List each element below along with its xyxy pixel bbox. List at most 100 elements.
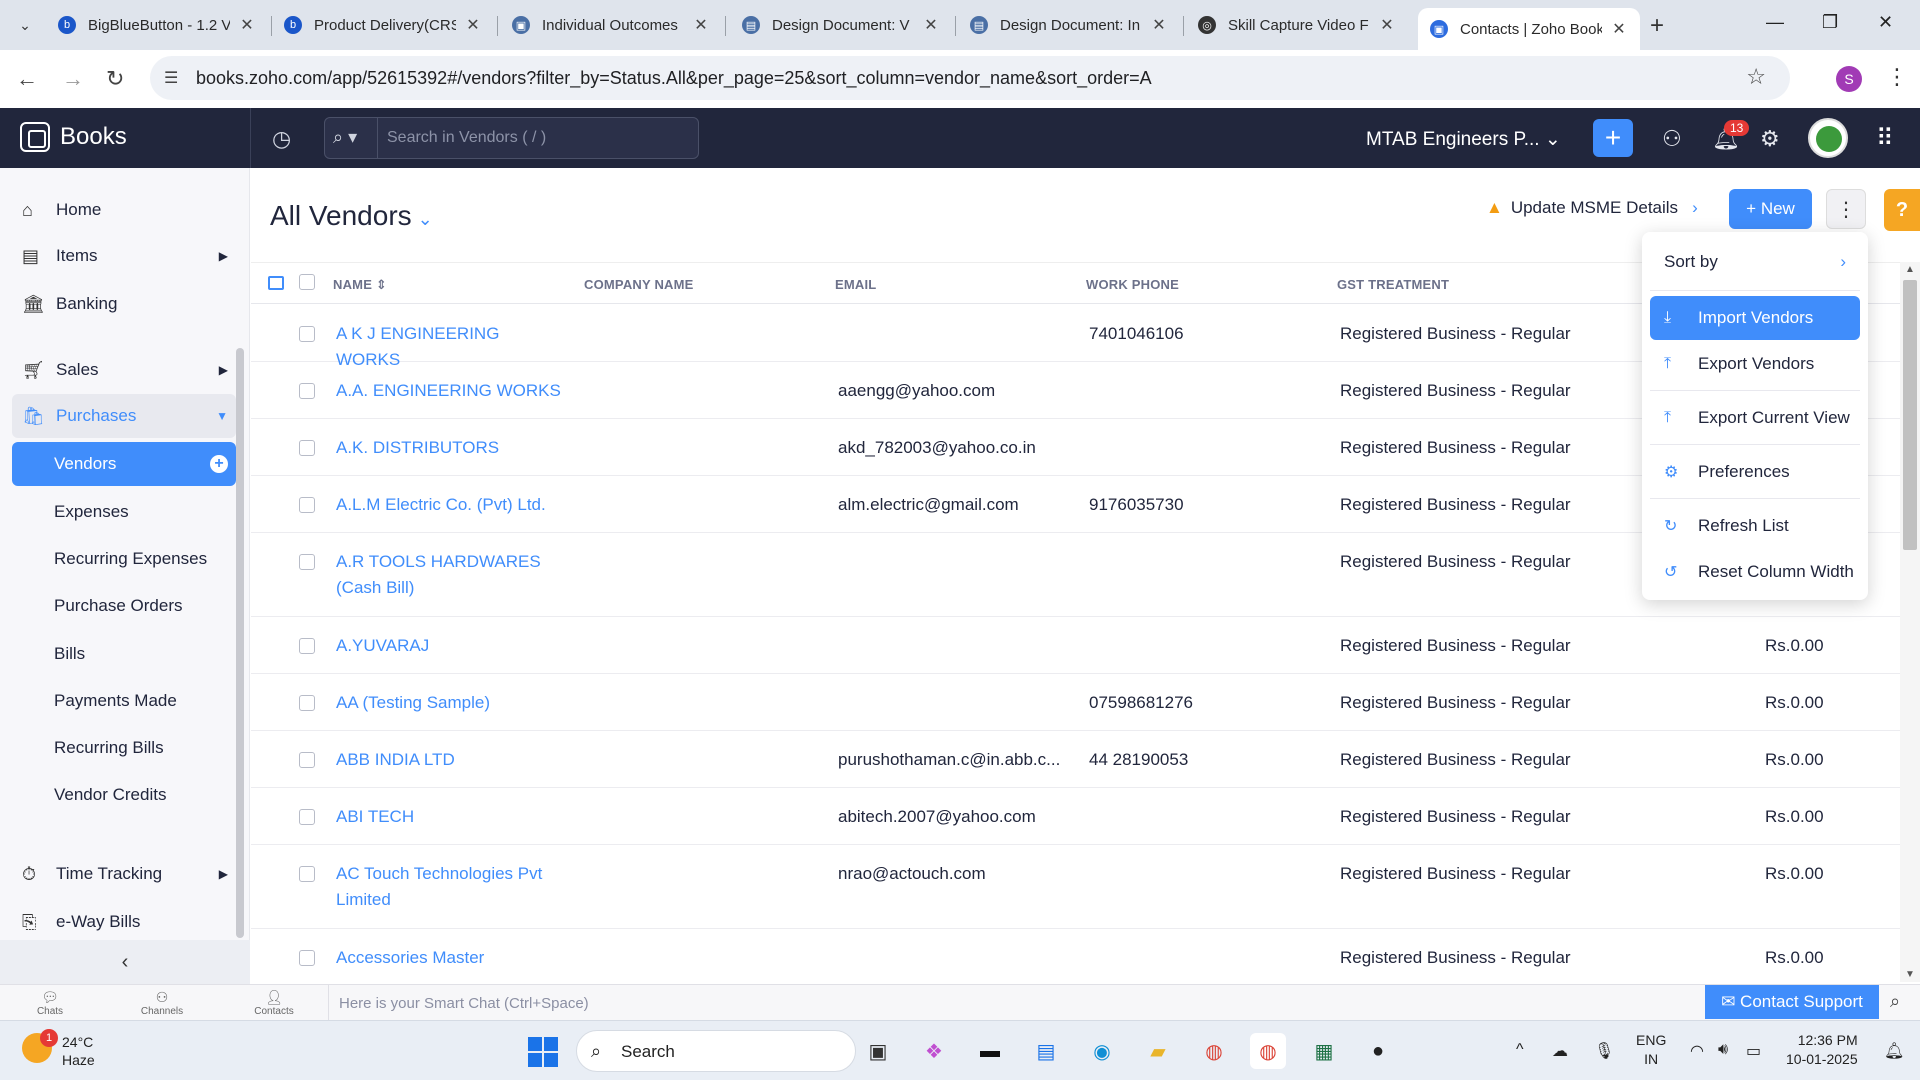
smart-chat-input[interactable]: Here is your Smart Chat (Ctrl+Space) bbox=[328, 985, 1704, 1021]
recent-history-icon[interactable]: ◷ bbox=[272, 126, 291, 152]
contact-support-button[interactable]: ✉ Contact Support bbox=[1705, 985, 1879, 1019]
sidebar-item-bills[interactable]: Bills bbox=[12, 632, 236, 676]
sidebar-collapse-button[interactable]: ‹ bbox=[0, 940, 250, 984]
menu-import-vendors[interactable]: ⤓ Import Vendors bbox=[1650, 296, 1860, 340]
notepad-icon[interactable]: ▤ bbox=[1028, 1033, 1064, 1069]
sidebar-item-purchase-orders[interactable]: Purchase Orders bbox=[12, 584, 236, 628]
edge-icon[interactable]: ◉ bbox=[1084, 1033, 1120, 1069]
browser-tab[interactable]: ▤ Design Document: V ✕ bbox=[730, 8, 952, 42]
sidebar-item-purchases[interactable]: 🛍︎ Purchases ▼ bbox=[12, 394, 236, 438]
tray-expand-icon[interactable]: ^ bbox=[1516, 1041, 1524, 1059]
site-info-icon[interactable]: ☰ bbox=[164, 68, 178, 88]
app-launcher-icon[interactable]: ⠿ bbox=[1876, 124, 1894, 153]
weather-widget[interactable]: 1 24°C Haze bbox=[22, 1029, 95, 1069]
sidebar-item-expenses[interactable]: Expenses bbox=[12, 490, 236, 534]
tab-close-icon[interactable]: ✕ bbox=[692, 15, 710, 35]
reload-icon[interactable]: ↻ bbox=[106, 66, 124, 92]
view-dropdown-icon[interactable]: ⌄ bbox=[418, 209, 433, 229]
settings-gear-icon[interactable]: ⚙ bbox=[1760, 126, 1780, 152]
close-window-button[interactable]: ✕ bbox=[1878, 12, 1893, 33]
menu-export-current-view[interactable]: ⤒ Export Current View bbox=[1650, 396, 1860, 440]
address-bar[interactable]: ☰ books.zoho.com/app/52615392#/vendors?f… bbox=[150, 56, 1790, 100]
vendor-name-link[interactable]: AC Touch Technologies Pvt Limited bbox=[336, 861, 566, 913]
browser-tab[interactable]: ▤ Design Document: In ✕ bbox=[958, 8, 1180, 42]
vendor-name-link[interactable]: A.L.M Electric Co. (Pvt) Ltd. bbox=[336, 492, 566, 518]
chrome-icon[interactable]: ◍ bbox=[1196, 1033, 1232, 1069]
sidebar-item-time-tracking[interactable]: ⏱︎ Time Tracking ▶ bbox=[12, 852, 236, 896]
row-checkbox[interactable] bbox=[299, 695, 315, 711]
sidebar-item-recurring-bills[interactable]: Recurring Bills bbox=[12, 726, 236, 770]
bookmark-star-icon[interactable]: ☆ bbox=[1746, 64, 1766, 90]
vendor-name-link[interactable]: ABI TECH bbox=[336, 804, 566, 830]
quick-create-button[interactable]: + bbox=[1593, 119, 1633, 157]
sidebar-item-vendors[interactable]: Vendors + bbox=[12, 442, 236, 486]
sidebar-item-banking[interactable]: 🏛︎ Banking bbox=[12, 282, 236, 326]
sidebar-item-payments-made[interactable]: Payments Made bbox=[12, 679, 236, 723]
sidebar-scrollbar[interactable] bbox=[236, 348, 244, 938]
start-windows-icon[interactable] bbox=[528, 1037, 558, 1067]
row-checkbox[interactable] bbox=[299, 383, 315, 399]
row-checkbox[interactable] bbox=[299, 809, 315, 825]
tab-close-icon[interactable]: ✕ bbox=[922, 15, 940, 35]
user-avatar[interactable] bbox=[1808, 118, 1848, 158]
row-checkbox[interactable] bbox=[299, 638, 315, 654]
scroll-down-icon[interactable]: ▼ bbox=[1905, 969, 1915, 980]
table-row[interactable]: ABI TECH abitech.2007@yahoo.com Registered… bbox=[251, 788, 1900, 845]
vendor-name-link[interactable]: ABB INDIA LTD bbox=[336, 747, 566, 773]
battery-icon[interactable]: ▭ bbox=[1746, 1041, 1761, 1061]
row-checkbox[interactable] bbox=[299, 326, 315, 342]
sidebar-item-sales[interactable]: 🛒︎ Sales ▶ bbox=[12, 348, 236, 392]
vendor-name-link[interactable]: A.A. ENGINEERING WORKS bbox=[336, 378, 566, 404]
new-vendor-button[interactable]: + New bbox=[1729, 189, 1812, 229]
add-vendor-icon[interactable]: + bbox=[210, 455, 228, 473]
help-button[interactable]: ? bbox=[1884, 189, 1920, 231]
browser-tab[interactable]: b BigBlueButton - 1.2 V ✕ bbox=[46, 8, 268, 42]
search-input[interactable]: ⌕ ▾ Search in Vendors ( / ) bbox=[324, 117, 699, 159]
browser-tab[interactable]: ▣ Individual Outcomes ✕ bbox=[500, 8, 722, 42]
url-text[interactable]: books.zoho.com/app/52615392#/vendors?fil… bbox=[196, 68, 1152, 89]
microphone-icon[interactable]: 🎙︎ bbox=[1594, 1041, 1614, 1061]
onedrive-icon[interactable]: ☁ bbox=[1552, 1041, 1568, 1061]
column-gst-treatment[interactable]: GST TREATMENT bbox=[1337, 277, 1449, 292]
more-options-button[interactable]: ⋮ bbox=[1826, 189, 1866, 229]
new-tab-button[interactable]: + bbox=[1650, 12, 1664, 40]
terminal-icon[interactable]: ▬ bbox=[972, 1033, 1008, 1069]
sidebar-item-recurring-expenses[interactable]: Recurring Expenses bbox=[12, 537, 236, 581]
table-row[interactable]: Accessories Master Registered Business - … bbox=[251, 929, 1900, 986]
browser-tab[interactable]: b Product Delivery(CRS ✕ bbox=[272, 8, 494, 42]
column-company-name[interactable]: COMPANY NAME bbox=[584, 277, 694, 292]
books-logo[interactable]: Books bbox=[20, 122, 127, 152]
task-view-icon[interactable]: ▣ bbox=[860, 1033, 896, 1069]
tab-close-icon[interactable]: ✕ bbox=[1150, 15, 1168, 35]
sidebar-item-eway-bills[interactable]: ⎘ e-Way Bills bbox=[12, 900, 236, 944]
page-title[interactable]: All Vendors ⌄ bbox=[270, 200, 433, 232]
vendor-name-link[interactable]: AA (Testing Sample) bbox=[336, 690, 566, 716]
tab-close-icon[interactable]: ✕ bbox=[1610, 19, 1628, 39]
back-icon[interactable]: ← bbox=[16, 66, 38, 92]
org-switcher[interactable]: MTAB Engineers P... ⌄ bbox=[1366, 128, 1561, 151]
table-row[interactable]: AA (Testing Sample) 07598681276 Registered… bbox=[251, 674, 1900, 731]
file-explorer-icon[interactable]: ▰ bbox=[1140, 1033, 1176, 1069]
search-icon[interactable]: ⌕ bbox=[1890, 991, 1900, 1012]
browser-menu-icon[interactable]: ⋮ bbox=[1886, 64, 1908, 90]
table-row[interactable]: AC Touch Technologies Pvt Limited nrao@ac… bbox=[251, 845, 1900, 929]
language-indicator[interactable]: ENG IN bbox=[1636, 1031, 1666, 1069]
volume-icon[interactable]: 🔊︎ bbox=[1718, 1041, 1728, 1059]
browser-profile-avatar[interactable]: S bbox=[1836, 66, 1862, 92]
table-row[interactable]: A.YUVARAJ Registered Business - Regular Rs… bbox=[251, 617, 1900, 674]
column-name[interactable]: NAME ⇕ bbox=[333, 277, 387, 293]
scroll-thumb[interactable] bbox=[1903, 280, 1917, 550]
table-row[interactable]: ABB INDIA LTD purushothaman.c@in.abb.c...… bbox=[251, 731, 1900, 788]
table-scrollbar[interactable]: ▲ ▼ bbox=[1900, 262, 1920, 982]
menu-refresh-list[interactable]: ↻ Refresh List bbox=[1650, 504, 1860, 548]
vendor-name-link[interactable]: A.R TOOLS HARDWARES (Cash Bill) bbox=[336, 549, 566, 601]
column-customize-icon[interactable] bbox=[268, 276, 284, 290]
menu-reset-column-width[interactable]: ↺ Reset Column Width bbox=[1650, 550, 1860, 594]
menu-export-vendors[interactable]: ⤒ Export Vendors bbox=[1650, 342, 1860, 386]
tab-close-icon[interactable]: ✕ bbox=[1378, 15, 1396, 35]
row-checkbox[interactable] bbox=[299, 554, 315, 570]
row-checkbox[interactable] bbox=[299, 497, 315, 513]
browser-tab[interactable]: ◎ Skill Capture Video F ✕ bbox=[1186, 8, 1408, 42]
search-icon[interactable]: ⌕ ▾ bbox=[333, 127, 357, 148]
row-checkbox[interactable] bbox=[299, 866, 315, 882]
